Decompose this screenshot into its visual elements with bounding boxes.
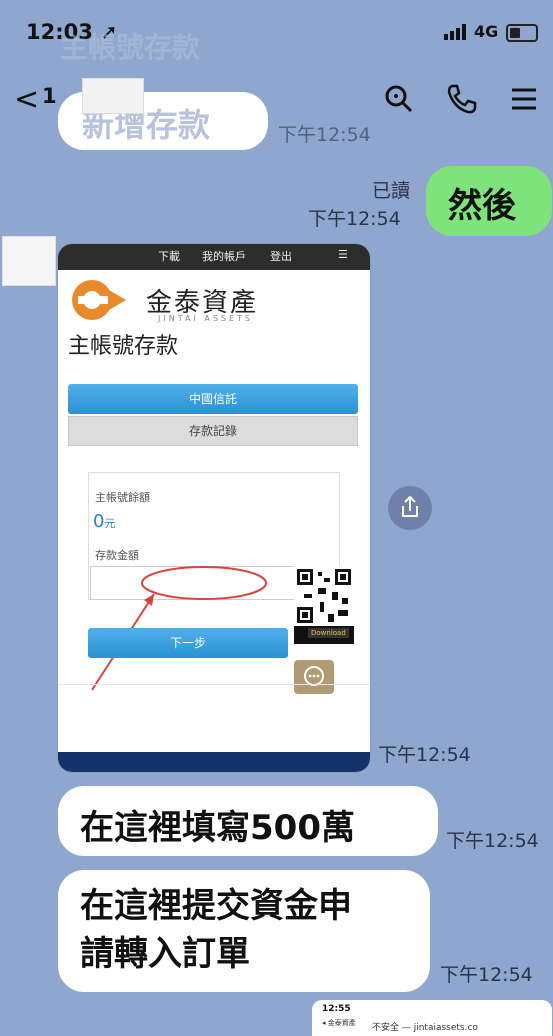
message-bubble-received[interactable]: 在這裡填寫500萬: [58, 786, 438, 856]
share-button[interactable]: [388, 486, 432, 530]
message-time: 下午12:54: [308, 208, 401, 230]
download-badge: Download: [308, 628, 349, 638]
image-preview-partial[interactable]: 12:55 ◂ 金泰資產 不安全 — jintaiassets.co: [312, 1000, 552, 1036]
preview-back: ◂ 金泰資產: [322, 1019, 356, 1027]
message-text: 在這裡填寫500萬: [80, 808, 355, 848]
preview-url: 不安全 — jintaiassets.co: [372, 1023, 478, 1033]
read-receipt: 已讀: [372, 180, 411, 202]
signal-icon: [444, 24, 466, 40]
message-time: 下午12:54: [440, 964, 533, 986]
message-time-faded: 下午12:54: [278, 124, 371, 146]
preview-time: 12:55: [322, 1004, 351, 1014]
unread-count: 1: [42, 84, 57, 108]
site-footer: [58, 752, 370, 772]
next-button: 下一步: [88, 628, 288, 658]
chevron-left-icon: <: [14, 82, 40, 117]
back-button[interactable]: <: [14, 82, 39, 117]
share-icon: [402, 495, 418, 517]
message-text: 然後: [448, 186, 516, 226]
network-label: 4G: [474, 22, 499, 41]
message-time: 下午12:54: [378, 744, 471, 766]
message-bubble-sent[interactable]: 然後: [426, 166, 552, 236]
qr-code-icon: Download: [294, 566, 354, 644]
message-time: 下午12:54: [446, 830, 539, 852]
sender-avatar[interactable]: [2, 236, 56, 286]
chat-bubble-icon: [294, 660, 334, 694]
battery-icon: [506, 24, 538, 42]
faded-message-top: 主帳號存款: [60, 31, 201, 64]
phone-icon[interactable]: [444, 82, 478, 116]
annotation-arrowhead: [144, 594, 154, 606]
divider: [58, 684, 370, 685]
message-bubble-received[interactable]: 在這裡提交資金申 請轉入訂單: [58, 870, 430, 992]
menu-icon[interactable]: [506, 82, 540, 116]
shared-image[interactable]: 下載 我的帳戶 登出 ☰ 主帳號存款 金泰資產 JINTAI ASSETS 中國…: [58, 244, 370, 772]
chat-avatar[interactable]: [82, 78, 144, 114]
message-text: 在這裡提交資金申 請轉入訂單: [80, 886, 352, 974]
search-icon[interactable]: [382, 82, 416, 116]
annotation-circle: [141, 566, 267, 600]
